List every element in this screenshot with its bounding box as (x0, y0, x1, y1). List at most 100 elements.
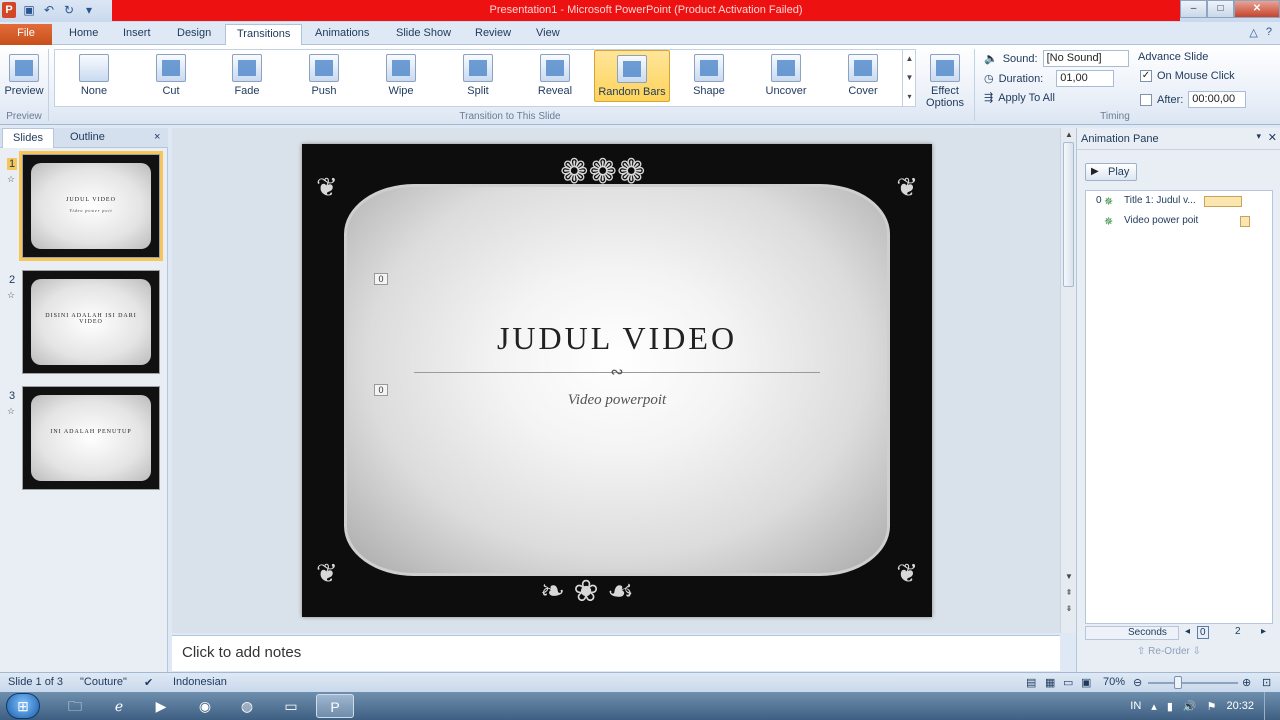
move-down-icon[interactable]: ⇩ (1193, 646, 1201, 657)
transition-cover[interactable]: Cover (827, 50, 899, 102)
gallery-scroll[interactable]: ▲ ▼ ▾ (902, 49, 916, 107)
maximize-button[interactable]: □ (1207, 0, 1234, 18)
current-slide[interactable]: ❦ ❦ ❁❁❁ ❦ ❦ ❧ ❀ ☙ JUDUL VIDEO ∾ Video po… (302, 144, 932, 617)
tab-file[interactable]: File (0, 24, 52, 45)
zoom-slider[interactable] (1148, 682, 1238, 684)
animation-item[interactable]: 0 ✵ Title 1: Judul v... (1086, 195, 1272, 213)
slide-thumbnail-3[interactable]: INI ADALAH PENUTUP (22, 386, 160, 490)
chrome-icon[interactable]: ◉ (186, 694, 224, 718)
transition-reveal[interactable]: Reveal (519, 50, 591, 102)
tab-outline[interactable]: Outline (60, 128, 115, 148)
tab-transitions[interactable]: Transitions (225, 24, 303, 46)
slide-thumbnail-1[interactable]: JUDUL VIDEO Video power poit (19, 151, 163, 261)
on-mouse-click-checkbox[interactable]: ✓ (1140, 70, 1152, 82)
show-desktop-button[interactable] (1264, 692, 1274, 720)
reading-view-icon[interactable]: ▭ (1063, 676, 1073, 689)
tray-arrow-icon[interactable]: ▴ (1151, 700, 1157, 713)
tab-insert[interactable]: Insert (112, 24, 162, 45)
sound-dropdown[interactable]: [No Sound] (1042, 50, 1129, 67)
slide-thumbnail-2[interactable]: DISINI ADALAH ISI DARI VIDEO (22, 270, 160, 374)
slide-subtitle[interactable]: Video powerpoit (302, 392, 932, 409)
previous-slide-icon[interactable]: ⇞ (1061, 588, 1077, 597)
scroll-up-icon[interactable]: ▲ (1061, 130, 1077, 139)
minimize-ribbon-icon[interactable]: △ (1249, 26, 1257, 39)
help-icon[interactable]: ? (1266, 26, 1272, 39)
customize-qat-icon[interactable]: ▾ (82, 3, 96, 17)
timing-bar[interactable] (1204, 196, 1242, 207)
powerpoint-logo-icon[interactable]: P (2, 2, 16, 18)
normal-view-icon[interactable]: ▤ (1026, 676, 1036, 689)
start-button[interactable]: ⊞ (6, 693, 40, 719)
redo-icon[interactable]: ↻ (62, 3, 76, 17)
timeline-left-icon[interactable]: ◂ (1185, 626, 1190, 637)
transition-wipe[interactable]: Wipe (365, 50, 437, 102)
transition-split[interactable]: Split (442, 50, 514, 102)
close-button[interactable]: ✕ (1234, 0, 1280, 18)
internet-explorer-icon[interactable]: ℯ (100, 694, 138, 718)
spell-check-icon[interactable]: ✔ (144, 676, 153, 689)
after-checkbox[interactable] (1140, 93, 1152, 106)
animation-order-tag[interactable]: 0 (374, 384, 388, 396)
explorer-icon[interactable]: 🗀 (56, 694, 94, 718)
volume-icon[interactable]: 🔊 (1183, 700, 1197, 713)
split-transition-icon (463, 54, 493, 82)
close-panel-icon[interactable]: × (144, 128, 170, 148)
media-player-icon[interactable]: ▶ (142, 694, 180, 718)
tab-view[interactable]: View (525, 24, 571, 45)
seconds-dropdown[interactable]: Seconds (1085, 626, 1179, 640)
transition-cut[interactable]: Cut (135, 50, 207, 102)
tab-slides[interactable]: Slides (2, 128, 54, 148)
app-window-icon[interactable]: ▭ (272, 694, 310, 718)
slide-sorter-icon[interactable]: ▦ (1045, 676, 1055, 689)
language-tray[interactable]: IN (1130, 700, 1141, 712)
minimize-button[interactable]: – (1180, 0, 1207, 18)
tab-home[interactable]: Home (58, 24, 109, 45)
slide-show-icon[interactable]: ▣ (1081, 676, 1091, 689)
zoom-in-icon[interactable]: ⊕ (1242, 676, 1251, 689)
zoom-out-icon[interactable]: ⊖ (1133, 676, 1142, 689)
zoom-level[interactable]: 70% (1103, 676, 1125, 688)
undo-icon[interactable]: ↶ (42, 3, 56, 17)
notes-pane[interactable]: Click to add notes (172, 635, 1060, 671)
tab-design[interactable]: Design (166, 24, 222, 45)
animation-item[interactable]: ✵ Video power poit (1086, 215, 1272, 233)
tab-animations[interactable]: Animations (304, 24, 380, 45)
scroll-thumb[interactable] (1063, 142, 1074, 287)
ornament-icon: ❧ ❀ ☙ (540, 575, 634, 608)
transition-push[interactable]: Push (288, 50, 360, 102)
duration-spinner[interactable]: 01,00 (1056, 70, 1115, 87)
tab-review[interactable]: Review (464, 24, 522, 45)
zoom-slider-thumb[interactable] (1174, 676, 1182, 689)
transition-none[interactable]: None (58, 50, 130, 102)
fit-to-window-icon[interactable]: ⊡ (1262, 676, 1271, 689)
transition-random-bars[interactable]: Random Bars (594, 50, 670, 102)
network-icon[interactable]: ▮ (1167, 700, 1173, 713)
animation-order-tag[interactable]: 0 (374, 273, 388, 285)
scroll-down-icon[interactable]: ▼ (1061, 572, 1077, 581)
vertical-scrollbar[interactable]: ▲ ▼ ⇞ ⇟ (1060, 128, 1076, 633)
on-mouse-click-row[interactable]: ✓ On Mouse Click (1140, 70, 1235, 82)
apply-to-all-button[interactable]: ⇶ Apply To All (984, 91, 1055, 105)
transition-shape[interactable]: Shape (673, 50, 745, 102)
clock[interactable]: 20:32 (1226, 700, 1254, 712)
timing-bar[interactable] (1240, 216, 1250, 227)
pane-menu-icon[interactable]: ▾ (1256, 131, 1261, 142)
timeline-right-icon[interactable]: ▸ (1261, 626, 1266, 637)
slide-title[interactable]: JUDUL VIDEO (302, 320, 932, 357)
transition-uncover[interactable]: Uncover (750, 50, 822, 102)
firefox-icon[interactable]: ◍ (228, 694, 266, 718)
preview-button[interactable]: Preview (2, 50, 46, 102)
windows-taskbar: ⊞ 🗀 ℯ ▶ ◉ ◍ ▭ P IN ▴ ▮ 🔊 ⚑ 20:32 (0, 692, 1280, 720)
next-slide-icon[interactable]: ⇟ (1061, 604, 1077, 613)
close-pane-icon[interactable]: ✕ (1268, 131, 1277, 144)
play-button[interactable]: Play (1085, 163, 1137, 181)
language-indicator[interactable]: Indonesian (173, 676, 227, 688)
move-up-icon[interactable]: ⇧ (1137, 646, 1145, 657)
transition-fade[interactable]: Fade (211, 50, 283, 102)
powerpoint-task-icon[interactable]: P (316, 694, 354, 718)
tab-slide-show[interactable]: Slide Show (385, 24, 462, 45)
after-spinner[interactable]: 00:00,00 (1188, 91, 1247, 108)
effect-options-button[interactable]: Effect Options (920, 50, 970, 109)
action-center-icon[interactable]: ⚑ (1207, 700, 1217, 713)
save-icon[interactable]: ▣ (22, 3, 36, 17)
